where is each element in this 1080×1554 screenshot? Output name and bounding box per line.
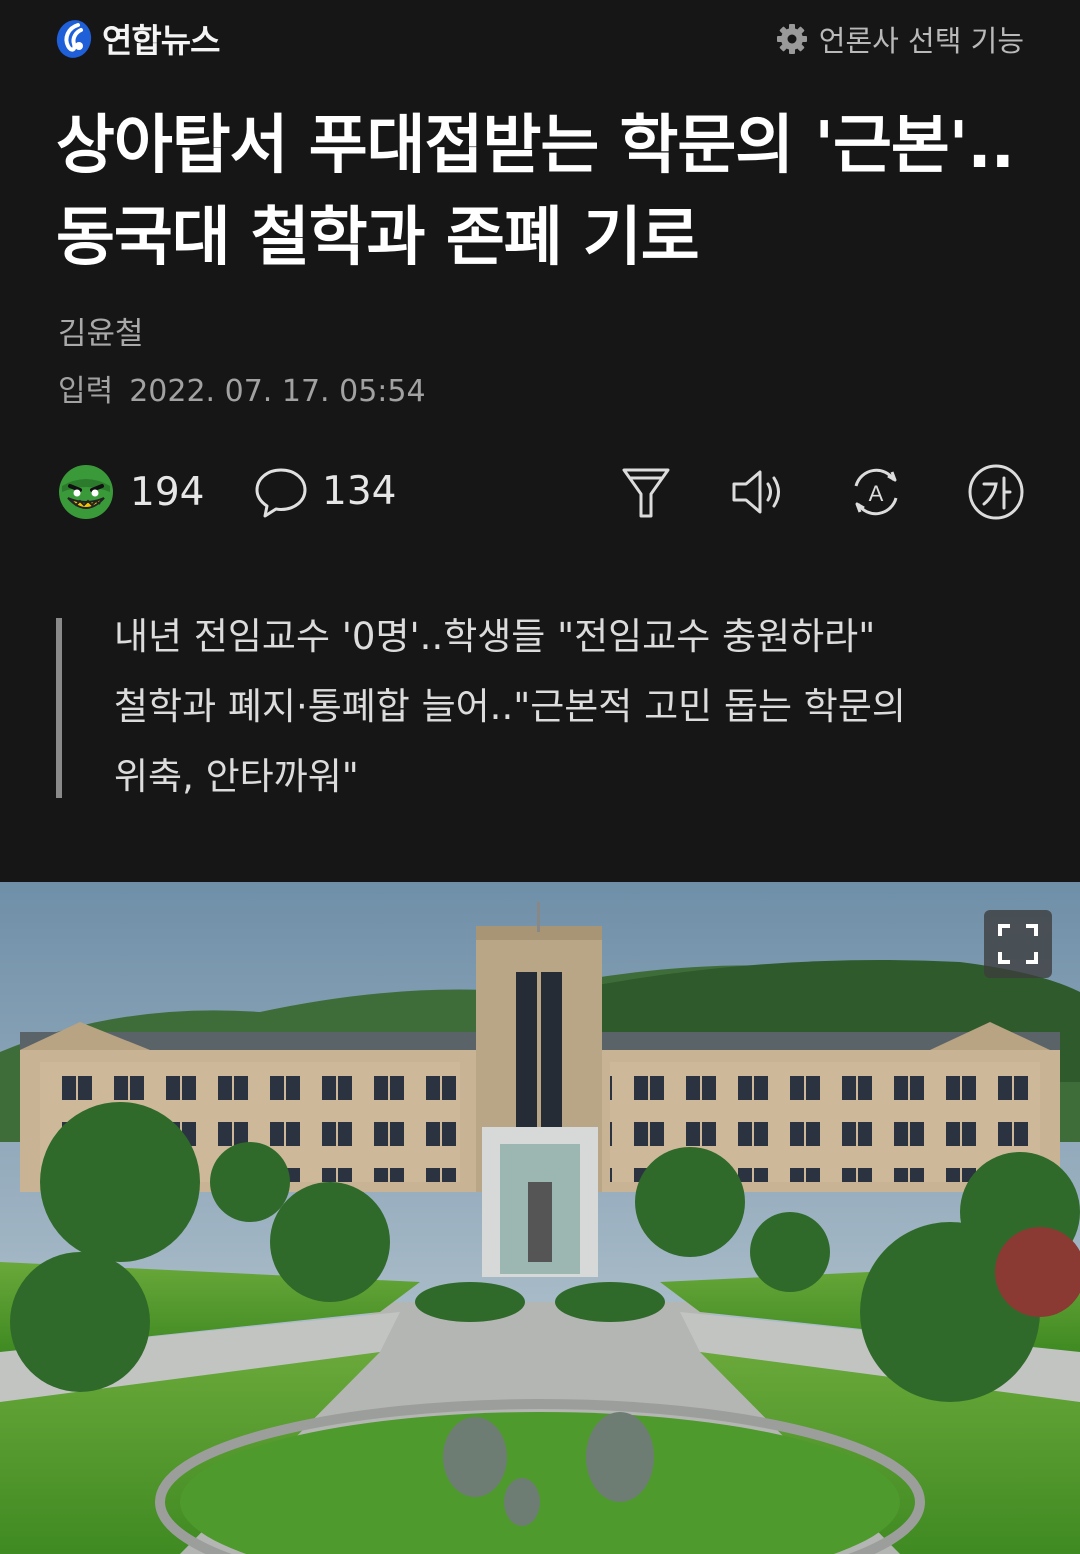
publish-date: 입력 2022. 07. 17. 05:54: [58, 366, 426, 410]
comment-count: 134: [322, 468, 397, 514]
campus-building-photo: [0, 882, 1080, 1554]
filter-icon: [622, 468, 670, 518]
font-size-button[interactable]: [966, 462, 1026, 522]
filter-button[interactable]: [616, 462, 676, 522]
article-headline: 상아탑서 푸대접받는 학문의 '근본'.. 동국대 철학과 존폐 기로: [56, 100, 1036, 284]
audio-read-button[interactable]: [728, 462, 788, 522]
translate-icon: A: [854, 468, 898, 516]
top-bar: 연합뉴스 언론사 선택 기능: [0, 0, 1080, 80]
article-action-bar: 194 134 A: [56, 458, 1028, 528]
reaction-button[interactable]: 194: [56, 462, 204, 522]
logo-text: 연합뉴스: [102, 21, 220, 60]
comment-button[interactable]: 134: [252, 462, 396, 520]
expand-photo-button[interactable]: [984, 910, 1052, 978]
headline-line-1: 상아탑서 푸대접받는 학문의 '근본'..: [56, 109, 1015, 183]
publisher-select-button[interactable]: 언론사 선택 기능: [775, 18, 1024, 60]
author-name[interactable]: 김윤철: [58, 308, 144, 353]
reaction-count: 194: [130, 469, 205, 515]
comment-icon: [255, 468, 307, 518]
emoji-reaction-icon: [59, 465, 113, 519]
date-value: 2022. 07. 17. 05:54: [129, 374, 426, 409]
yonhap-logo-icon: [56, 20, 92, 58]
summary-line-2: 철학과 폐지·통폐합 늘어.."근본적 고민 돕는 학문의: [114, 685, 906, 728]
article-photo[interactable]: [0, 882, 1080, 1554]
speaker-icon: [732, 470, 780, 514]
article-summary: 내년 전임교수 '0명'..학생들 "전임교수 충원하라" 철학과 폐지·통폐합…: [56, 615, 1026, 798]
summary-line-3: 위축, 안타까워": [114, 755, 359, 798]
expand-icon: [998, 924, 1038, 964]
publisher-select-label: 언론사 선택 기능: [818, 24, 1024, 58]
headline-line-2: 동국대 철학과 존폐 기로: [56, 201, 700, 275]
date-label: 입력: [58, 374, 114, 409]
translate-button[interactable]: A: [846, 462, 906, 522]
font-size-icon: [968, 464, 1024, 520]
gear-icon: [776, 24, 807, 54]
summary-line-1: 내년 전임교수 '0명'..학생들 "전임교수 충원하라": [114, 615, 876, 658]
publisher-logo[interactable]: 연합뉴스: [54, 14, 220, 62]
svg-text:A: A: [869, 481, 884, 506]
